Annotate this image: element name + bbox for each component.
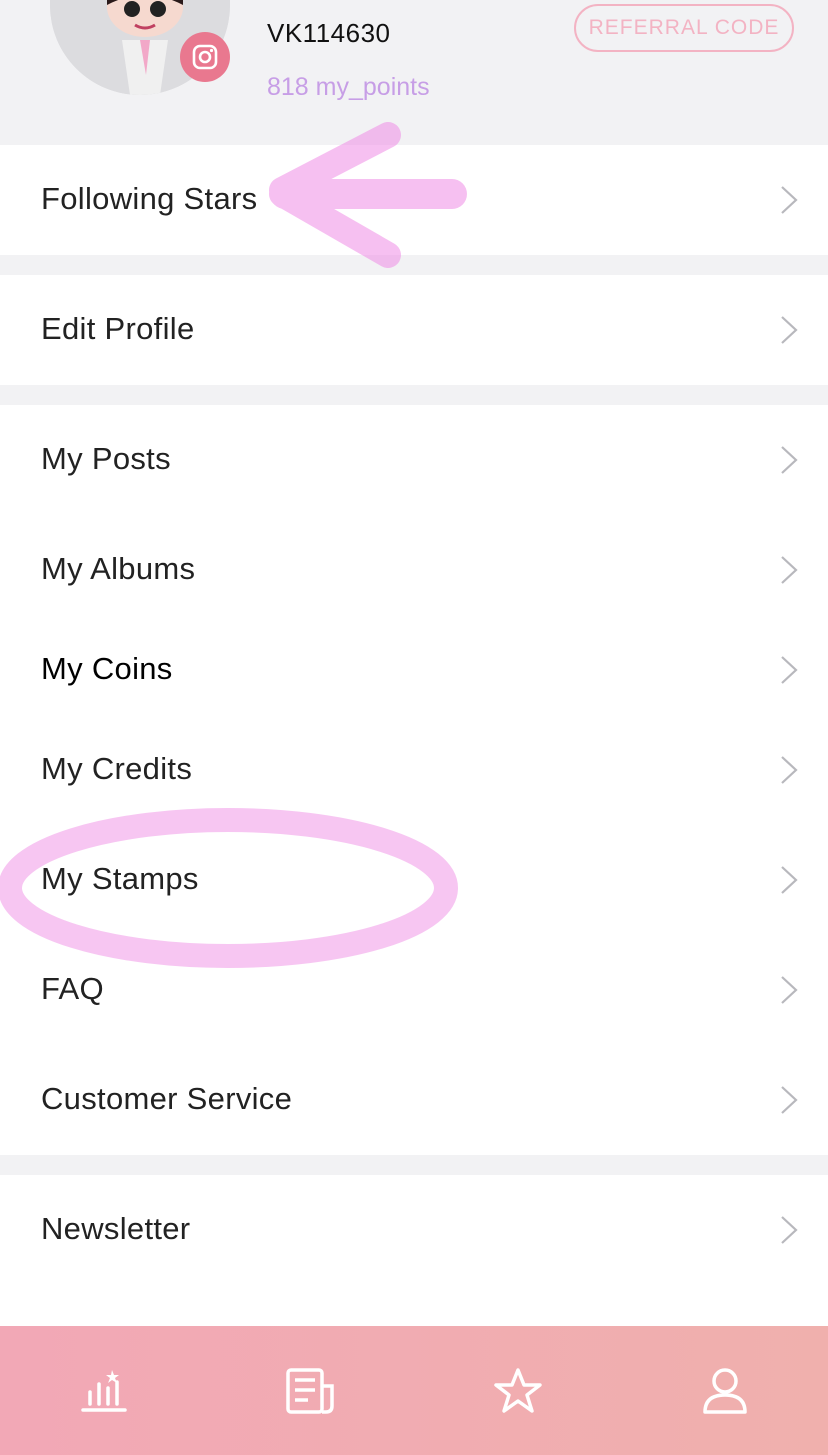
- menu-item-label: Customer Service: [41, 1081, 293, 1116]
- menu-item-label: My Credits: [41, 751, 193, 786]
- tab-stars[interactable]: [414, 1326, 621, 1455]
- menu-item-label: My Albums: [41, 551, 196, 586]
- menu-item-label: Edit Profile: [41, 311, 195, 346]
- menu-item-customer-service[interactable]: Customer Service: [0, 1045, 828, 1155]
- instagram-icon[interactable]: [180, 32, 230, 82]
- chevron-right-icon: [781, 316, 798, 344]
- menu-item-label: Following Stars: [41, 181, 258, 216]
- chevron-right-icon: [781, 186, 798, 214]
- tab-news[interactable]: [207, 1326, 414, 1455]
- bottom-tab-bar: [0, 1326, 828, 1455]
- menu-section-following: Following Stars: [0, 145, 828, 255]
- chevron-right-icon: [781, 1086, 798, 1114]
- menu-item-my-posts[interactable]: My Posts: [0, 405, 828, 515]
- chevron-right-icon: [781, 756, 798, 784]
- menu-item-my-credits[interactable]: My Credits: [0, 715, 828, 825]
- chevron-right-icon: [781, 976, 798, 1004]
- menu-item-label: My Stamps: [41, 861, 199, 896]
- tab-profile[interactable]: [621, 1326, 828, 1455]
- menu-section-newsletter: Newsletter: [0, 1175, 828, 1326]
- menu-item-label: Newsletter: [41, 1211, 191, 1246]
- referral-code-button[interactable]: REFERRAL CODE: [574, 4, 794, 52]
- username: VK114630: [267, 18, 391, 48]
- menu-item-label: My Coins: [41, 651, 173, 686]
- chevron-right-icon: [781, 1216, 798, 1244]
- menu-item-my-albums[interactable]: My Albums: [0, 515, 828, 625]
- profile-header: VK114630 818 my_points REFERRAL CODE: [0, 0, 828, 145]
- points-balance: 818 my_points: [267, 73, 430, 101]
- chevron-right-icon: [781, 556, 798, 584]
- chevron-right-icon: [781, 656, 798, 684]
- menu-section-main: My Posts My Albums My Coins My Credits M…: [0, 405, 828, 1155]
- menu-item-label: FAQ: [41, 971, 104, 1006]
- menu-item-label: My Posts: [41, 441, 171, 476]
- ranking-chart-icon: [80, 1369, 127, 1412]
- menu-item-edit-profile[interactable]: Edit Profile: [0, 275, 828, 385]
- news-icon: [285, 1367, 334, 1414]
- chevron-right-icon: [781, 866, 798, 894]
- menu-section-profile: Edit Profile: [0, 275, 828, 385]
- menu-item-my-stamps[interactable]: My Stamps: [0, 825, 828, 935]
- profile-icon: [702, 1367, 747, 1414]
- chevron-right-icon: [781, 446, 798, 474]
- tab-ranking[interactable]: [0, 1326, 207, 1455]
- menu-item-my-coins[interactable]: My Coins: [0, 615, 828, 725]
- menu-item-faq[interactable]: FAQ: [0, 935, 828, 1045]
- star-icon: [493, 1367, 542, 1413]
- menu-item-following-stars[interactable]: Following Stars: [0, 145, 828, 255]
- menu-item-newsletter[interactable]: Newsletter: [0, 1175, 828, 1285]
